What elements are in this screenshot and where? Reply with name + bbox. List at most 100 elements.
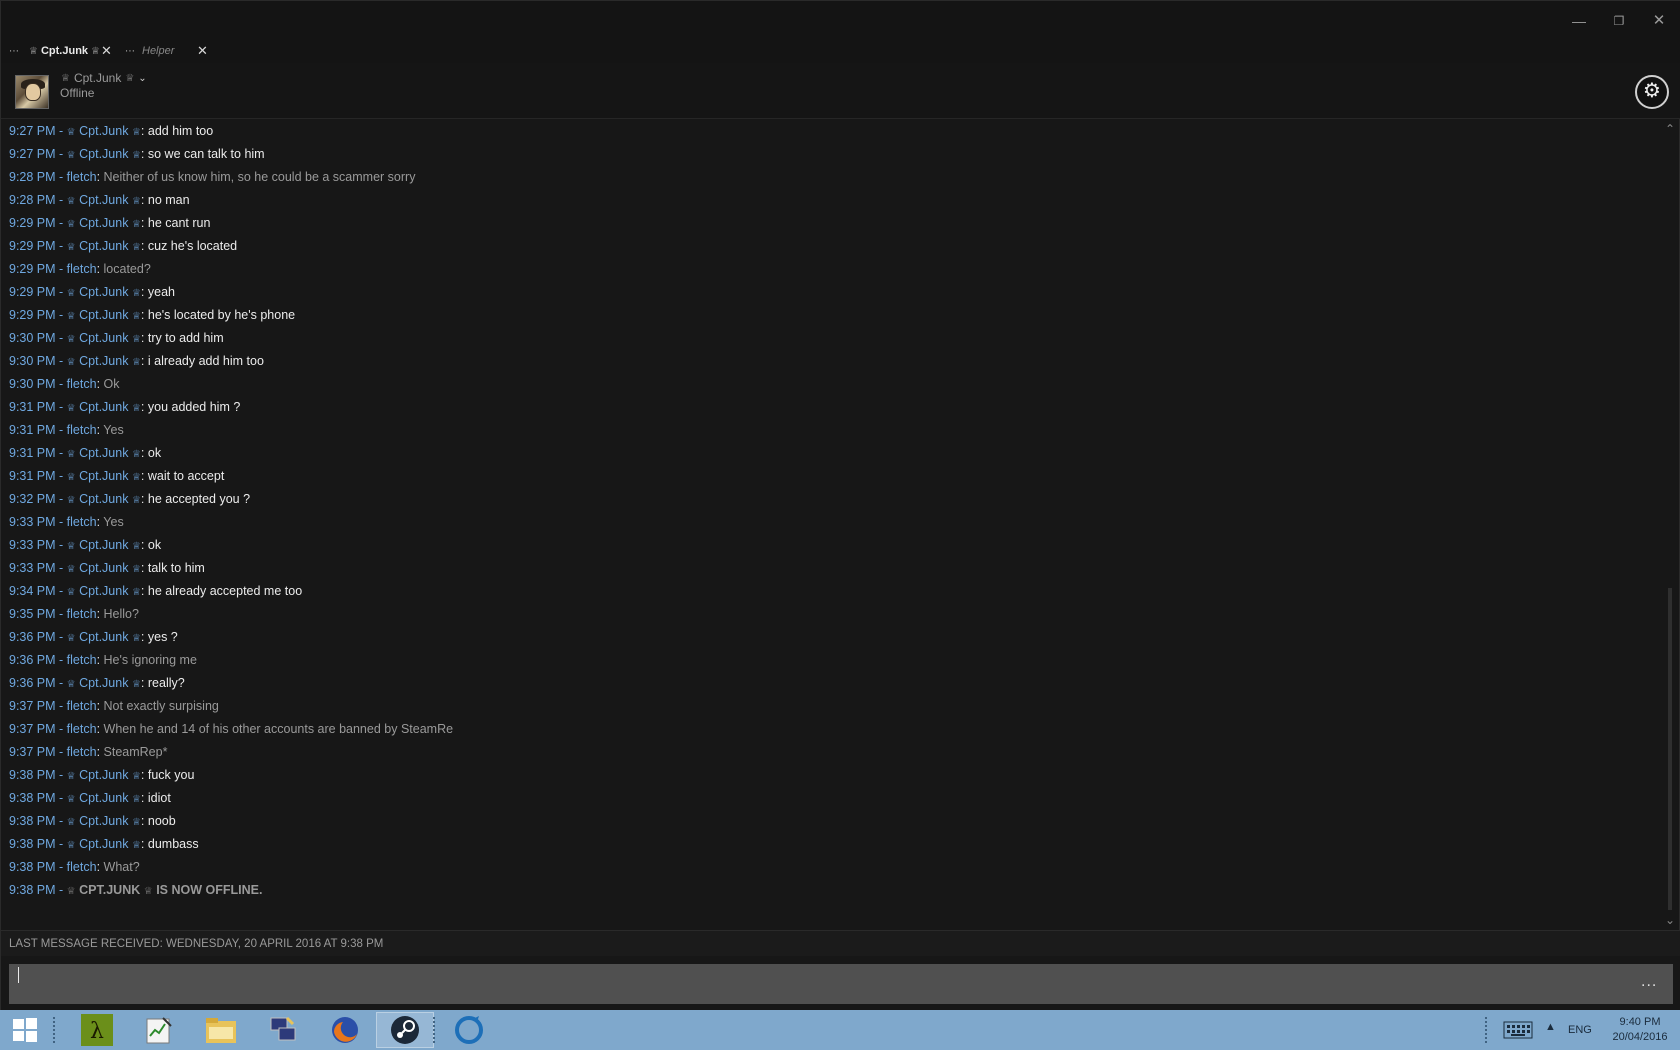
sender-name[interactable]: Cpt.Junk — [79, 492, 128, 506]
sender-name[interactable]: Cpt.Junk — [79, 584, 128, 598]
sender-name[interactable]: Cpt.Junk — [79, 193, 128, 207]
close-icon[interactable]: ✕ — [1648, 10, 1670, 32]
message-text: talk to him — [147, 561, 205, 575]
message-colon: : — [140, 837, 148, 851]
message-separator: - — [55, 837, 67, 851]
sender-name[interactable]: fletch — [67, 515, 97, 529]
sender-name[interactable]: Cpt.Junk — [79, 676, 128, 690]
message-colon: : — [140, 400, 148, 414]
sender-name[interactable]: Cpt.Junk — [79, 147, 128, 161]
system-clock[interactable]: 9:40 PM 20/04/2016 — [1605, 1015, 1675, 1045]
crown-icon: ♕ — [66, 633, 76, 644]
scroll-thumb[interactable] — [1668, 588, 1672, 910]
message-separator: - — [55, 216, 67, 230]
scroll-up-icon[interactable]: ⌃ — [1665, 122, 1675, 136]
file-explorer-icon[interactable] — [192, 1012, 250, 1048]
chat-message: 9:36 PM - fletch: He's ignoring me — [9, 650, 197, 670]
sender-name[interactable]: Cpt.Junk — [79, 791, 128, 805]
origin-icon[interactable] — [440, 1012, 498, 1048]
sender-name[interactable]: Cpt.Junk — [79, 124, 128, 138]
sender-name[interactable]: Cpt.Junk — [79, 354, 128, 368]
message-separator: - — [55, 354, 67, 368]
sender-name[interactable]: fletch — [67, 860, 97, 874]
sender-name[interactable]: Cpt.Junk — [79, 630, 128, 644]
sender-name[interactable]: fletch — [67, 722, 97, 736]
scroll-down-icon[interactable]: ⌄ — [1665, 913, 1675, 927]
sender-name[interactable]: fletch — [67, 262, 97, 276]
avatar[interactable] — [15, 75, 49, 109]
notepad-icon[interactable] — [130, 1012, 188, 1048]
tab-close-icon[interactable]: ✕ — [197, 43, 208, 59]
chevron-down-icon[interactable]: ⌄ — [138, 73, 146, 84]
sender-name[interactable]: Cpt.Junk — [79, 814, 128, 828]
chat-input[interactable] — [9, 964, 1673, 1004]
tab-menu-icon[interactable]: ⋯ — [9, 46, 20, 57]
sender-name[interactable]: Cpt.Junk — [79, 837, 128, 851]
chat-message: 9:27 PM - ♕ Cpt.Junk ♕: so we can talk t… — [9, 144, 265, 164]
sender-name[interactable]: fletch — [67, 745, 97, 759]
tab-close-icon[interactable]: ✕ — [101, 43, 112, 59]
message-text: you added him ? — [147, 400, 241, 414]
sender-name[interactable]: fletch — [67, 423, 97, 437]
gear-icon[interactable]: ⚙ — [1635, 75, 1669, 109]
message-separator: - — [55, 147, 67, 161]
firefox-icon[interactable] — [316, 1012, 374, 1048]
chat-message: 9:31 PM - fletch: Yes — [9, 420, 124, 440]
sender-name[interactable]: Cpt.Junk — [79, 446, 128, 460]
crown-icon: ♕ — [131, 564, 141, 575]
crown-icon: ♕ — [66, 886, 76, 897]
sender-name[interactable]: Cpt.Junk — [79, 400, 128, 414]
sender-name[interactable]: fletch — [67, 653, 97, 667]
message-separator: - — [55, 285, 67, 299]
message-text: Yes — [103, 423, 124, 437]
chat-message: 9:30 PM - ♕ Cpt.Junk ♕: i already add hi… — [9, 351, 264, 371]
message-text: he already accepted me too — [147, 584, 303, 598]
sender-name[interactable]: Cpt.Junk — [79, 239, 128, 253]
message-separator: - — [55, 446, 67, 460]
tab-helper[interactable]: ⋯ Helper ✕ — [125, 39, 208, 63]
crown-icon: ♕ — [131, 403, 141, 414]
sender-name[interactable]: Cpt.Junk — [79, 308, 128, 322]
message-time: 9:33 PM — [9, 538, 56, 552]
steam-icon[interactable] — [376, 1012, 434, 1048]
sender-name[interactable]: fletch — [67, 170, 97, 184]
more-options-button[interactable]: ... — [1641, 973, 1657, 991]
sender-name[interactable]: fletch — [67, 607, 97, 621]
network-icon[interactable] — [254, 1012, 312, 1048]
scrollbar[interactable]: ⌃ ⌄ — [1661, 120, 1680, 930]
tab-menu-icon[interactable]: ⋯ — [125, 46, 136, 57]
crown-icon: ♕ — [61, 72, 70, 84]
taskbar: λ ▲ — [0, 1010, 1680, 1050]
message-colon: : — [96, 170, 104, 184]
minimize-icon[interactable]: — — [1568, 10, 1590, 32]
message-colon: : — [140, 331, 148, 345]
message-text: no man — [147, 193, 190, 207]
show-hidden-icons-icon[interactable]: ▲ — [1545, 1021, 1556, 1033]
half-life-icon[interactable]: λ — [68, 1012, 126, 1048]
crown-icon: ♕ — [66, 840, 76, 851]
language-indicator[interactable]: ENG — [1568, 1013, 1592, 1047]
sender-name[interactable]: Cpt.Junk — [79, 216, 128, 230]
keyboard-icon[interactable] — [1503, 1020, 1533, 1040]
message-separator: - — [55, 469, 67, 483]
sender-name[interactable]: Cpt.Junk — [79, 538, 128, 552]
crown-icon: ♕ — [66, 288, 76, 299]
sender-name[interactable]: Cpt.Junk — [79, 469, 128, 483]
sender-name[interactable]: fletch — [67, 377, 97, 391]
chat-message: 9:28 PM - ♕ Cpt.Junk ♕: no man — [9, 190, 190, 210]
message-text: ok — [147, 538, 162, 552]
restore-icon[interactable]: ❐ — [1608, 10, 1630, 32]
sender-name[interactable]: Cpt.Junk — [79, 561, 128, 575]
sender-name[interactable]: fletch — [67, 699, 97, 713]
message-time: 9:29 PM — [9, 216, 56, 230]
sender-name[interactable]: Cpt.Junk — [79, 768, 128, 782]
sender-name[interactable]: Cpt.Junk — [79, 285, 128, 299]
message-colon: : — [140, 584, 148, 598]
crown-icon: ♕ — [66, 449, 76, 460]
message-time: 9:38 PM — [9, 860, 56, 874]
start-icon[interactable] — [2, 1012, 48, 1048]
tab-cpt-junk[interactable]: ⋯ ♕ Cpt.Junk ♕ ✕ — [9, 39, 112, 63]
message-text: When he and 14 of his other accounts are… — [103, 722, 454, 736]
sender-name[interactable]: Cpt.Junk — [79, 331, 128, 345]
persona-name[interactable]: ♕ Cpt.Junk ♕ ⌄ — [61, 71, 147, 85]
